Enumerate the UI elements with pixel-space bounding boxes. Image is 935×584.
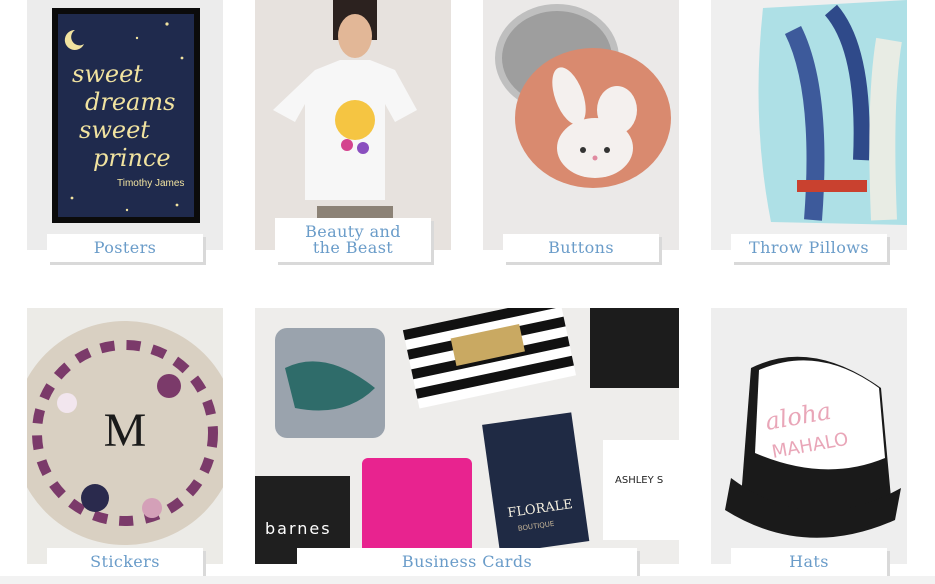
svg-text:sweet: sweet — [72, 60, 143, 88]
pillows-image — [711, 0, 907, 250]
stickers-image: M — [27, 308, 223, 564]
category-label: Posters — [47, 234, 203, 262]
category-label: Buttons — [503, 234, 659, 262]
category-label: Beauty and the Beast — [275, 218, 431, 262]
pillow-illustration — [711, 0, 907, 250]
category-label: Hats — [731, 548, 887, 576]
category-posters[interactable]: sweet dreams sweet prince Timothy James … — [27, 0, 223, 262]
category-label: Stickers — [47, 548, 203, 576]
category-buttons[interactable]: Buttons — [483, 0, 679, 262]
posters-image: sweet dreams sweet prince Timothy James — [27, 0, 223, 250]
svg-text:ASHLEY S: ASHLEY S — [615, 475, 663, 486]
category-hats[interactable]: aloha MAHALO Hats — [711, 308, 907, 576]
hat-illustration: aloha MAHALO — [711, 308, 907, 564]
beauty-image — [255, 0, 451, 250]
category-throw-pillows[interactable]: Throw Pillows — [711, 0, 907, 262]
svg-text:barnes: barnes — [265, 519, 332, 538]
category-label: Business Cards — [297, 548, 637, 576]
sticker-illustration: M — [27, 308, 223, 564]
svg-text:prince: prince — [93, 144, 171, 172]
poster-illustration: sweet dreams sweet prince Timothy James — [52, 8, 200, 223]
hats-image: aloha MAHALO — [711, 308, 907, 564]
svg-text:sweet: sweet — [79, 116, 150, 144]
svg-text:M: M — [104, 404, 147, 457]
category-beauty-and-the-beast[interactable]: Beauty and the Beast — [255, 0, 451, 262]
svg-text:dreams: dreams — [85, 88, 175, 116]
tshirt-illustration — [255, 0, 451, 250]
cards-illustration: barnes FLORALE BOUTIQUE ASHLEY S — [255, 308, 679, 564]
category-stickers[interactable]: M Stickers — [27, 308, 223, 576]
category-label: Throw Pillows — [731, 234, 887, 262]
page-bottom-edge — [0, 576, 935, 584]
category-business-cards[interactable]: barnes FLORALE BOUTIQUE ASHLEY S Busines… — [255, 308, 679, 576]
button-illustration — [495, 4, 671, 188]
buttons-image — [483, 0, 679, 250]
svg-text:Timothy James: Timothy James — [117, 178, 184, 189]
business-cards-image: barnes FLORALE BOUTIQUE ASHLEY S — [255, 308, 679, 564]
